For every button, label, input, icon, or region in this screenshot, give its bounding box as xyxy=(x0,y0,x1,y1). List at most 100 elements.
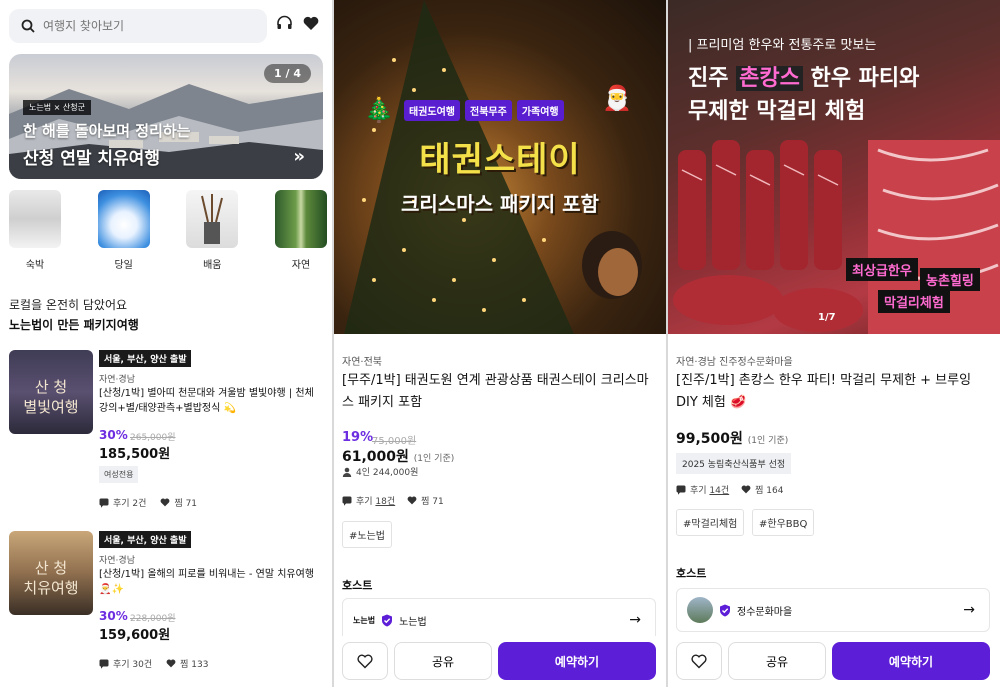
price-unit: (1인 기준) xyxy=(747,436,789,446)
hero-image[interactable]: 🎄 🎅 태권도여행 전북무주 가족여행 태권스테이 크리스마스 패키지 포함 xyxy=(334,0,666,334)
category-thumbnail xyxy=(9,190,61,248)
review-prefix: 후기 xyxy=(690,486,710,496)
headset-icon[interactable] xyxy=(276,15,293,32)
book-button[interactable]: 예약하기 xyxy=(832,642,990,680)
like-button[interactable] xyxy=(676,642,722,680)
review-count: 후기 30건 xyxy=(113,660,153,670)
christmas-tree-icon: 🎄 xyxy=(364,96,394,124)
product-detail-jinju: | 프리미엄 한우와 전통주로 맛보는 진주 촌캉스 한우 파티와 무제한 막걸… xyxy=(668,0,1000,687)
original-price: 228,000원 xyxy=(130,614,176,624)
heart-icon xyxy=(407,496,417,505)
arrow-right-icon: → xyxy=(629,612,641,628)
product-chip: 여성전용 xyxy=(99,466,139,483)
departure-badge: 서울, 부산, 양산 출발 xyxy=(99,350,192,367)
original-price: 265,000원 xyxy=(130,433,176,443)
hero-title: 태권스테이 xyxy=(419,140,581,180)
search-input[interactable] xyxy=(43,19,243,33)
promo-banner[interactable]: 1 / 4 노는법 × 산청군 한 해를 돌아보며 정리하는 산청 연말 치유여… xyxy=(9,54,323,179)
like-count: 찜 133 xyxy=(180,660,209,670)
review-icon xyxy=(99,498,109,508)
host-card[interactable]: 정수문화마을 → xyxy=(676,588,990,632)
product-location: 자연·경남 xyxy=(99,375,135,385)
discount-rate: 19% xyxy=(342,430,374,445)
santa-icon: 🎅 xyxy=(602,84,632,112)
share-button[interactable]: 공유 xyxy=(728,642,826,680)
price-value: 99,500원 xyxy=(676,431,743,447)
review-prefix: 후기 xyxy=(356,497,376,507)
host-label: 호스트 xyxy=(676,567,707,580)
hashtag-chip[interactable]: #한우BBQ xyxy=(752,509,815,536)
category-label: 숙박 xyxy=(25,260,45,271)
hero-title-highlight: 촌캉스 xyxy=(736,66,803,91)
verified-shield-icon xyxy=(381,614,393,627)
hero-caption: | 프리미엄 한우와 전통주로 맛보는 xyxy=(688,38,877,53)
price-unit: (1인 기준) xyxy=(413,454,455,464)
product-meta: 후기 14건 찜 164 xyxy=(676,483,783,496)
category-thumbnail xyxy=(97,190,150,248)
departure-badge: 서울, 부산, 양산 출발 xyxy=(99,531,192,548)
product-region: 자연·경남 진주정수문화마을 xyxy=(676,357,793,368)
hero-tag: 태권도여행 xyxy=(404,100,460,121)
product-detail-taekwon: 🎄 🎅 태권도여행 전북무주 가족여행 태권스테이 크리스마스 패키지 포함 자… xyxy=(334,0,666,687)
review-icon xyxy=(676,485,686,495)
banner-tag: 노는법 × 산청군 xyxy=(23,100,91,115)
host-avatar xyxy=(687,597,713,623)
product-card[interactable]: 산 청 별빛여행 서울, 부산, 양산 출발 자연·경남 [산청/1박] 별아띠… xyxy=(9,350,329,520)
category-label: 배움 xyxy=(203,260,222,271)
people-price: 4인 244,000원 xyxy=(342,465,418,478)
like-button[interactable] xyxy=(342,642,388,680)
category-nature[interactable]: 자연 xyxy=(274,190,327,271)
host-name: 정수문화마을 xyxy=(737,606,793,618)
hashtag-chip[interactable]: #노는법 xyxy=(342,521,392,548)
hashtag-chip[interactable]: #막걸리체험 xyxy=(676,509,745,536)
share-button[interactable]: 공유 xyxy=(394,642,492,680)
product-title: [진주/1박] 촌캉스 한우 파티! 막걸리 무제한 + 브루잉 DIY 체험 … xyxy=(676,373,972,410)
category-list: 숙박 당일 배움 자연 xyxy=(9,190,327,271)
banner-title: 산청 연말 치유여행 xyxy=(23,149,160,169)
review-count: 18건 xyxy=(375,497,396,507)
category-day-trip[interactable]: 당일 xyxy=(97,190,150,271)
review-label[interactable]: 후기 18건 xyxy=(356,494,395,507)
hero-label: 막걸리체험 xyxy=(878,290,950,313)
category-learning[interactable]: 배움 xyxy=(186,190,239,271)
product-image: 산 청 별빛여행 xyxy=(9,350,93,434)
bottom-action-bar: 공유 예약하기 xyxy=(334,636,666,687)
image-text: 산 청 xyxy=(34,559,68,577)
discount-rate: 30% xyxy=(99,428,128,442)
price-value: 61,000원 xyxy=(342,449,409,465)
review-icon xyxy=(99,659,109,669)
category-label: 당일 xyxy=(114,260,133,271)
review-label[interactable]: 후기 14건 xyxy=(690,483,729,496)
arrow-right-icon: → xyxy=(963,602,975,618)
review-count: 후기 2건 xyxy=(113,499,147,509)
product-image: 산 청 치유여행 xyxy=(9,531,93,615)
image-text: 산 청 xyxy=(34,378,68,396)
product-region: 자연·전북 xyxy=(342,357,382,368)
like-count: 찜 71 xyxy=(174,499,198,509)
product-meta: 후기 2건 찜 71 xyxy=(99,496,197,509)
image-counter: 1/7 xyxy=(818,312,836,323)
image-text: 치유여행 xyxy=(23,579,79,597)
product-name: [산청/1박] 올해의 피로를 비워내는 - 연말 치유여행 🎅✨ xyxy=(99,569,315,595)
heart-icon[interactable] xyxy=(303,15,319,32)
chevron-right-double-icon[interactable]: » xyxy=(293,146,305,167)
search-bar[interactable] xyxy=(9,9,267,43)
people-price-text: 4인 244,000원 xyxy=(356,468,419,478)
heart-outline-icon xyxy=(357,654,373,669)
hero-label: 농촌힐링 xyxy=(920,268,980,291)
host-label: 호스트 xyxy=(342,579,373,592)
hero-label: 최상급한우 xyxy=(846,258,918,281)
book-button[interactable]: 예약하기 xyxy=(498,642,656,680)
sale-price: 61,000원 (1인 기준) xyxy=(342,446,454,466)
product-card[interactable]: 산 청 치유여행 서울, 부산, 양산 출발 자연·경남 [산청/1박] 올해의… xyxy=(9,531,329,681)
section-title: 노는법이 만든 패키지여행 xyxy=(9,318,139,332)
category-label: 자연 xyxy=(291,260,311,271)
bottom-action-bar: 공유 예약하기 xyxy=(668,636,1000,687)
category-stay[interactable]: 숙박 xyxy=(9,190,61,271)
hero-image[interactable]: | 프리미엄 한우와 전통주로 맛보는 진주 촌캉스 한우 파티와 무제한 막걸… xyxy=(668,0,1000,334)
like-count: 찜 164 xyxy=(755,486,784,496)
award-chip: 2025 농림축산식품부 선정 xyxy=(676,453,792,474)
sale-price: 185,500원 xyxy=(99,447,171,462)
hero-title-line2: 무제한 막걸리 체험 xyxy=(688,99,866,124)
banner-counter: 1 / 4 xyxy=(264,64,311,83)
